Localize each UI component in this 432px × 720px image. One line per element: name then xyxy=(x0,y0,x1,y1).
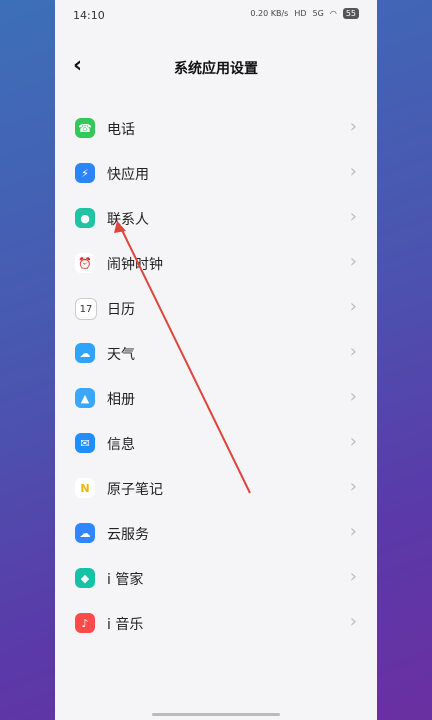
annotation-arrow xyxy=(114,221,251,494)
arrow-head xyxy=(114,221,126,233)
arrow-line xyxy=(119,225,251,494)
